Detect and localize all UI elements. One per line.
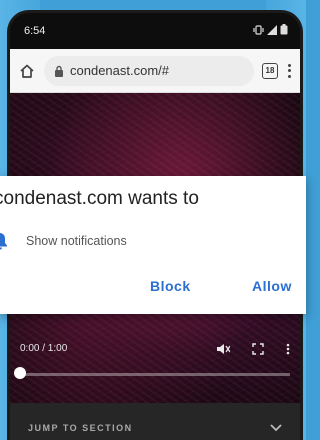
notification-permission-dialog: condenast.com wants to Show notification… (0, 176, 306, 314)
dialog-title: condenast.com wants to (0, 188, 199, 209)
chevron-down-icon (270, 424, 282, 432)
url-field[interactable]: condenast.com/# (44, 55, 254, 86)
allow-button[interactable]: Allow (252, 278, 292, 294)
bell-icon (0, 233, 7, 250)
fullscreen-icon[interactable] (252, 343, 264, 358)
mute-icon[interactable] (216, 343, 231, 358)
home-icon[interactable] (18, 62, 36, 80)
video-controls: 0:00 / 1:00 (10, 343, 300, 403)
video-time: 0:00 / 1:00 (20, 343, 68, 354)
permission-label: Show notifications (26, 234, 127, 248)
browser-address-bar: condenast.com/# 18 (10, 49, 300, 93)
url-text: condenast.com/# (70, 63, 170, 78)
video-control-icons (216, 343, 290, 358)
lock-icon (55, 65, 63, 77)
vibrate-icon (253, 24, 264, 38)
status-icons (253, 24, 288, 38)
tab-switcher-icon[interactable]: 18 (262, 62, 278, 79)
block-button[interactable]: Block (150, 278, 191, 294)
signal-icon (267, 24, 277, 38)
seek-handle[interactable] (14, 367, 26, 379)
status-time: 6:54 (24, 25, 46, 37)
battery-icon (280, 24, 288, 38)
status-bar: 6:54 (10, 13, 300, 49)
jump-to-section-label: JUMP TO SECTION (28, 423, 133, 433)
overflow-menu-icon[interactable] (286, 63, 292, 78)
video-menu-icon[interactable] (286, 343, 290, 358)
seek-bar[interactable] (20, 373, 290, 376)
jump-to-section-bar[interactable]: JUMP TO SECTION (10, 403, 300, 440)
tab-count: 18 (265, 66, 275, 75)
